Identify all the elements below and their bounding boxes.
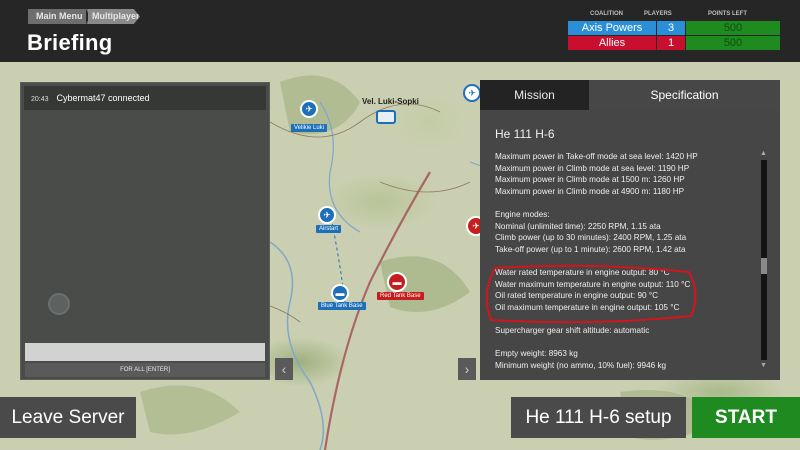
spec-line: Water rated temperature in engine output… <box>495 267 670 277</box>
coalition-name-allies: Allies <box>568 36 656 50</box>
spec-line: Maximum power in Take-off mode at sea le… <box>495 152 698 161</box>
players-count-axis: 3 <box>657 21 685 35</box>
spec-line: Water maximum temperature in engine outp… <box>495 279 691 289</box>
aircraft-title: He 111 H-6 <box>495 127 555 141</box>
scroll-up-icon[interactable]: ▲ <box>760 150 767 157</box>
chat-watermark-icon <box>48 293 70 315</box>
points-left-axis: 500 <box>686 21 780 35</box>
spec-line: Maximum power in Climb mode at 1500 m: 1… <box>495 175 685 185</box>
breadcrumb-multiplayer[interactable]: Multiplayer <box>88 9 140 24</box>
spec-line: Climb power (up to 30 minutes): 2400 RPM… <box>495 233 687 243</box>
players-count-allies: 1 <box>657 36 685 50</box>
players-header: PLAYERS <box>644 11 672 17</box>
spec-line: Take-off power (up to 1 minute): 2600 RP… <box>495 244 686 254</box>
red-tank-icon[interactable]: ▬ <box>387 272 407 292</box>
spec-line: Maximum power in Climb mode at sea level… <box>495 163 690 173</box>
aircraft-setup-button[interactable]: He 111 H-6 setup <box>511 397 686 438</box>
scroll-right-button[interactable]: › <box>458 358 476 380</box>
coalition-name-axis: Axis Powers <box>568 21 656 35</box>
airfield-icon[interactable]: ✈ <box>300 100 318 118</box>
scroll-left-button[interactable]: ‹ <box>275 358 293 380</box>
breadcrumb-main-menu[interactable]: Main Menu <box>28 9 88 24</box>
spec-spacer <box>495 337 755 349</box>
start-button[interactable]: START <box>692 397 800 438</box>
spec-spacer <box>495 313 755 325</box>
spec-line: Oil maximum temperature in engine output… <box>495 302 680 312</box>
spec-spacer <box>495 197 755 209</box>
briefing-tabs: Mission Specification <box>480 80 780 110</box>
coalition-header: COALITION <box>590 11 623 17</box>
points-left-allies: 500 <box>686 36 780 50</box>
spec-line: Engine modes: <box>495 209 550 219</box>
marker-label-airstart: Airstart <box>316 225 342 233</box>
chat-message: 20:43 Cybermat47 connected <box>24 86 266 110</box>
chat-panel: 20:43 Cybermat47 connected FOR ALL [ENTER… <box>20 82 270 380</box>
airfield-icon-east[interactable]: ✈ <box>463 84 481 102</box>
marker-label-red-tank-base: Red Tank Base <box>377 292 424 300</box>
spec-line: Maximum power in Climb mode at 4900 m: 1… <box>495 186 685 196</box>
specification-text: Maximum power in Take-off mode at sea le… <box>495 151 755 371</box>
chat-input[interactable] <box>25 343 265 361</box>
spec-line: Nominal (unlimited time): 2250 RPM, 1.15… <box>495 221 661 231</box>
marker-label-blue-tank-base: Blue Tank Base <box>318 302 366 310</box>
top-header: Main Menu Multiplayer Briefing COALITION… <box>0 0 800 62</box>
page-title: Briefing <box>27 30 113 55</box>
airstart-icon[interactable]: ✈ <box>318 206 336 224</box>
spec-line: Empty weight: 8963 kg <box>495 349 578 359</box>
marker-label-velikie-luki: Velikie Luki <box>291 124 328 132</box>
tab-specification[interactable]: Specification <box>589 80 780 110</box>
chat-message-time: 20:43 <box>31 96 49 103</box>
map-city-label: Vel. Luki-Sopki <box>362 97 419 106</box>
spec-spacer <box>495 255 755 267</box>
spec-scrollbar-thumb[interactable] <box>761 258 767 274</box>
spec-line: Minimum weight (no ammo, 10% fuel): 9946… <box>495 360 667 370</box>
points-header: POINTS LEFT <box>708 11 747 17</box>
blue-tank-icon[interactable]: ▬ <box>331 284 349 302</box>
spec-line: Supercharger gear shift altitude: automa… <box>495 325 650 335</box>
leave-server-button[interactable]: Leave Server <box>0 397 136 438</box>
tank-symbol-icon <box>376 110 396 124</box>
chat-message-text: Cybermat47 connected <box>56 93 150 103</box>
tab-mission[interactable]: Mission <box>480 80 589 110</box>
specification-panel: He 111 H-6 Maximum power in Take-off mod… <box>480 110 780 380</box>
chat-send-button[interactable]: FOR ALL [ENTER] <box>25 363 265 377</box>
scroll-down-icon[interactable]: ▼ <box>760 362 767 369</box>
spec-line: Oil rated temperature in engine output: … <box>495 291 659 301</box>
